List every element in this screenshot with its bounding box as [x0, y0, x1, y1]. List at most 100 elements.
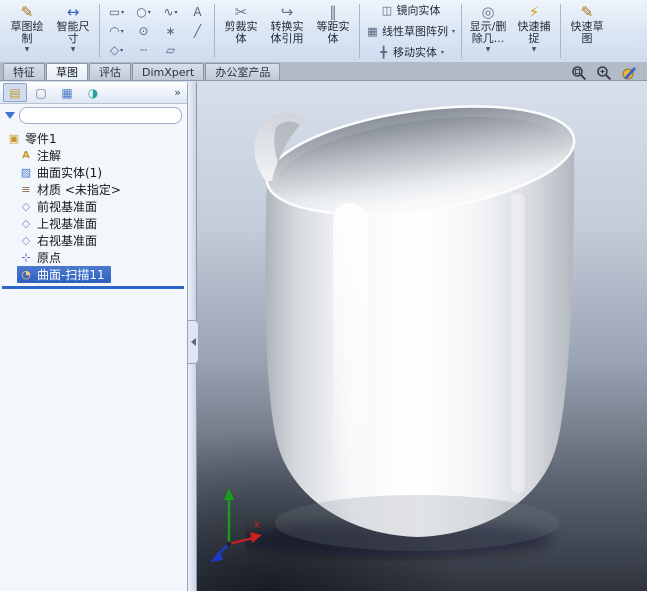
- arc-icon: ◠: [109, 24, 120, 38]
- solidworks-window: ✎ 草图绘制 ▼ ↔ 智能尺寸 ▼ ▭ ▾ ○ ▾ ∿ ▾ A ◠ ▾ ⊙ ∗ …: [0, 0, 647, 591]
- feature-tree-icon: ▤: [9, 85, 21, 100]
- chevron-down-icon: ▼: [70, 45, 76, 53]
- line-tool-button[interactable]: ╱: [184, 24, 211, 38]
- display-delete-relations-label: 显示/删除几...: [469, 19, 507, 45]
- text-tool-button[interactable]: A: [184, 5, 211, 19]
- tree-item-annotations[interactable]: A 注解: [17, 147, 187, 164]
- chevron-down-icon: ▼: [24, 45, 30, 53]
- sketch-entities-grid: ▭ ▾ ○ ▾ ∿ ▾ A ◠ ▾ ⊙ ∗ ╱ ◇ ▾ ┄ ▱: [101, 0, 213, 62]
- plane-icon: ◇: [21, 217, 31, 230]
- polygon-tool-button[interactable]: ◇ ▾: [103, 43, 130, 57]
- convert-icon: ↪: [280, 2, 294, 21]
- plane-tool-button[interactable]: ▱: [157, 43, 184, 57]
- offset-entities-label: 等距实体: [316, 19, 350, 45]
- move-entities-button[interactable]: ╋ 移动实体 ▾: [374, 43, 447, 61]
- centerline-icon: ┄: [139, 43, 148, 57]
- tree-item-label: 注解: [37, 149, 62, 163]
- part-icon: ▣: [8, 132, 20, 145]
- ribbon-group-sketch: ✎ 草图绘制 ▼ ↔ 智能尺寸 ▼: [2, 0, 98, 62]
- linear-sketch-pattern-button[interactable]: ▦ 线性草图阵列 ▾: [363, 22, 458, 40]
- graphics-viewport[interactable]: X: [197, 82, 647, 591]
- view-hud-toolbar: [571, 65, 637, 81]
- linear-sketch-pattern-label: 线性草图阵列: [382, 25, 448, 38]
- rectangle-icon: ▭: [108, 5, 121, 19]
- chevron-down-icon: ▾: [452, 27, 456, 35]
- tab-office-products[interactable]: 办公室产品: [205, 63, 281, 80]
- quick-snaps-button[interactable]: ⚡ 快速捕捉 ▼: [511, 1, 557, 62]
- tree-item-material[interactable]: ≡ 材质 <未指定>: [17, 181, 187, 198]
- slot-tool-button[interactable]: ⊙: [130, 24, 157, 38]
- tab-evaluate[interactable]: 评估: [89, 63, 131, 80]
- panel-tab-strip: ▤ ▢ ▦ ◑ »: [0, 82, 187, 104]
- origin-icon: ⊹: [21, 251, 31, 264]
- spline-icon: ∿: [163, 5, 174, 19]
- dimension-icon: ↔: [66, 2, 80, 21]
- featuremanager-tab[interactable]: ▤: [3, 83, 27, 102]
- offset-entities-button[interactable]: ∥ 等距实体: [310, 1, 356, 62]
- zoom-area-icon[interactable]: [596, 65, 612, 81]
- configurations-icon: ▦: [61, 85, 73, 100]
- origin-triad: X: [210, 488, 262, 562]
- chevron-down-icon: ▼: [531, 45, 537, 53]
- trim-entities-button[interactable]: ✂ 剪裁实体: [218, 1, 264, 62]
- tree-item-right-plane[interactable]: ◇ 右视基准面: [17, 232, 187, 249]
- tree-item-surface-sweep[interactable]: ◔ 曲面-扫描11: [17, 266, 111, 283]
- plane-icon: ▱: [165, 43, 176, 57]
- tree-item-label: 右视基准面: [37, 234, 98, 248]
- point-icon: ∗: [165, 24, 176, 38]
- appearance-icon[interactable]: [621, 65, 637, 81]
- polygon-icon: ◇: [109, 43, 120, 57]
- zoom-fit-icon[interactable]: [571, 65, 587, 81]
- toolbar-separator: [560, 4, 562, 58]
- beaker-model: [245, 105, 576, 557]
- mirror-icon: ◫: [381, 3, 393, 17]
- arc-tool-button[interactable]: ◠ ▾: [103, 24, 130, 38]
- sketch-button-label: 草图绘制: [10, 19, 44, 45]
- ribbon-toolbar: ✎ 草图绘制 ▼ ↔ 智能尺寸 ▼ ▭ ▾ ○ ▾ ∿ ▾ A ◠ ▾ ⊙ ∗ …: [0, 0, 647, 63]
- chevron-down-icon: ▾: [441, 48, 445, 56]
- panel-overflow-chevron[interactable]: »: [174, 86, 184, 99]
- mirror-entities-button[interactable]: ◫ 镜向实体: [378, 1, 444, 19]
- plane-icon: ◇: [21, 234, 31, 247]
- ribbon-group-pattern: ◫ 镜向实体 ▦ 线性草图阵列 ▾ ╋ 移动实体 ▾: [361, 0, 460, 62]
- pattern-grid-icon: ▦: [367, 24, 378, 38]
- tab-sketch[interactable]: 草图: [46, 63, 88, 80]
- convert-entities-button[interactable]: ↪ 转换实体引用: [264, 1, 310, 62]
- property-page-icon: ▢: [35, 85, 47, 100]
- relations-icon: ◎: [481, 2, 495, 21]
- panel-collapse-handle[interactable]: [188, 320, 199, 364]
- axis-x-label: X: [254, 521, 260, 531]
- offset-icon: ∥: [329, 2, 337, 21]
- move-entities-label: 移动实体: [393, 46, 437, 59]
- tree-item-label: 零件1: [25, 132, 57, 146]
- tab-features[interactable]: 特征: [3, 63, 45, 80]
- surface-bodies-folder-icon: ▨: [20, 166, 32, 179]
- chevron-down-icon: ▾: [120, 46, 124, 54]
- rectangle-tool-button[interactable]: ▭ ▾: [103, 5, 130, 19]
- sketch-button[interactable]: ✎ 草图绘制 ▼: [4, 1, 50, 62]
- displaymanager-tab[interactable]: ◑: [81, 83, 105, 102]
- spline-tool-button[interactable]: ∿ ▾: [157, 5, 184, 19]
- quick-snaps-label: 快速捕捉: [517, 19, 551, 45]
- tree-item-label: 材质 <未指定>: [37, 183, 121, 197]
- centerline-tool-button[interactable]: ┄: [130, 43, 157, 57]
- ribbon-group-rapid: ✎ 快速草图: [562, 0, 612, 62]
- display-delete-relations-button[interactable]: ◎ 显示/删除几... ▼: [465, 1, 511, 62]
- circle-tool-button[interactable]: ○ ▾: [130, 5, 157, 19]
- pencil-icon: ✎: [20, 2, 34, 21]
- tree-item-part[interactable]: ▣ 零件1: [5, 130, 187, 147]
- tree-item-front-plane[interactable]: ◇ 前视基准面: [17, 198, 187, 215]
- tree-item-origin[interactable]: ⊹ 原点: [17, 249, 187, 266]
- tree-item-surface-bodies[interactable]: ▨ 曲面实体(1): [17, 164, 187, 181]
- surface-sweep-icon: ◔: [21, 268, 31, 281]
- configurationmanager-tab[interactable]: ▦: [55, 83, 79, 102]
- tree-item-top-plane[interactable]: ◇ 上视基准面: [17, 215, 187, 232]
- propertymanager-tab[interactable]: ▢: [29, 83, 53, 102]
- tree-item-label: 前视基准面: [37, 200, 98, 214]
- tree-filter-input[interactable]: [19, 107, 182, 124]
- rapid-sketch-button[interactable]: ✎ 快速草图: [564, 1, 610, 62]
- tab-dimxpert[interactable]: DimXpert: [132, 63, 205, 80]
- point-tool-button[interactable]: ∗: [157, 24, 184, 38]
- rollback-bar[interactable]: [2, 286, 184, 289]
- smart-dimension-button[interactable]: ↔ 智能尺寸 ▼: [50, 1, 96, 62]
